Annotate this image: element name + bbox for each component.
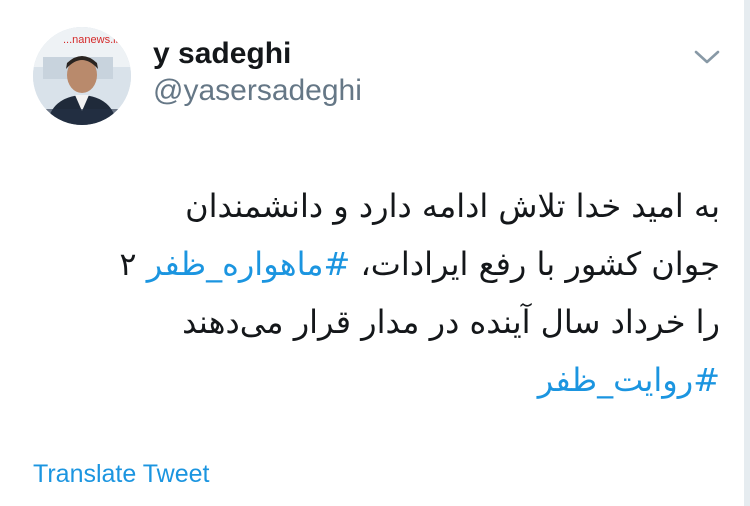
tweet-line: جوان کشور با رفع ایرادات، #ماهواره_ظفر ۲ (20, 235, 720, 293)
panel-edge (744, 0, 750, 506)
hashtag-link[interactable]: #روایت_ظفر (538, 361, 720, 399)
tweet-line: را خرداد سال آینده در مدار قرار می‌دهند (182, 303, 720, 341)
display-name[interactable]: y sadeghi (153, 36, 291, 72)
chevron-down-icon[interactable] (692, 42, 722, 72)
avatar-photo: ...nanews.ir (33, 27, 131, 125)
tweet-line: به امید خدا تلاش ادامه دارد و دانشمندان (185, 187, 720, 225)
hashtag-link[interactable]: #ماهواره_ظفر (147, 245, 351, 283)
user-handle[interactable]: @yasersadeghi (153, 73, 362, 109)
tweet-text-segment: جوان کشور با رفع ایرادات، (350, 245, 720, 283)
tweet-text-segment: ۲ (119, 245, 147, 283)
translate-tweet-link[interactable]: Translate Tweet (33, 458, 209, 490)
tweet-line: #روایت_ظفر (20, 351, 720, 409)
tweet-text: به امید خدا تلاش ادامه دارد و دانشمندان … (20, 177, 720, 409)
avatar[interactable]: ...nanews.ir (33, 27, 131, 125)
avatar-watermark: ...nanews.ir (63, 34, 120, 46)
